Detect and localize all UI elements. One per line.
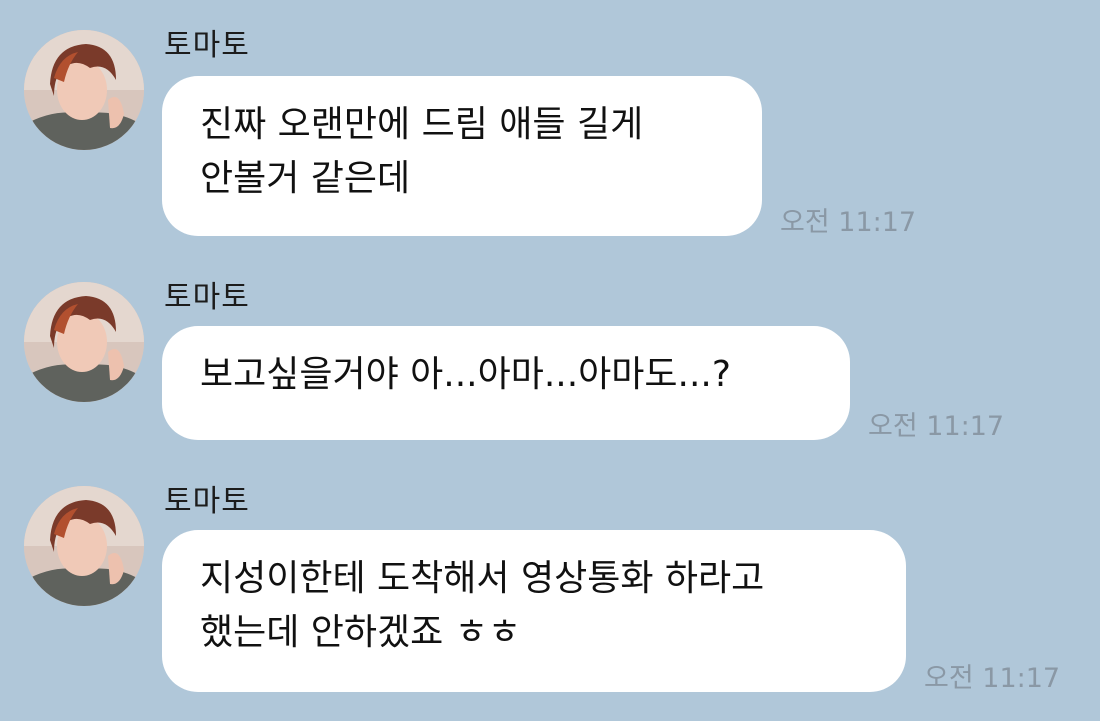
message-timestamp: 오전 11:17 (924, 663, 1061, 694)
sender-name: 토마토 (164, 484, 250, 519)
message-timestamp: 오전 11:17 (780, 207, 917, 238)
profile-photo-icon (24, 282, 144, 402)
message-bubble[interactable]: 진짜 오랜만에 드림 애들 길게 안볼거 같은데 (162, 76, 762, 236)
message-text-line: 진짜 오랜만에 드림 애들 길게 (200, 104, 644, 145)
message-text-line: 보고싶을거야 아...아마...아마도...? (200, 354, 731, 395)
avatar[interactable] (24, 282, 144, 402)
chat-area: 토마토 진짜 오랜만에 드림 애들 길게 안볼거 같은데 오전 11:17 토마… (0, 0, 1100, 721)
profile-photo-icon (24, 30, 144, 150)
message-text-line: 했는데 안하겠죠 ㅎㅎ (200, 612, 521, 653)
message-bubble[interactable]: 보고싶을거야 아...아마...아마도...? (162, 326, 850, 440)
avatar[interactable] (24, 486, 144, 606)
message-text-line: 지성이한테 도착해서 영상통화 하라고 (200, 558, 765, 599)
avatar[interactable] (24, 30, 144, 150)
message-text-line: 안볼거 같은데 (200, 158, 411, 199)
message-bubble[interactable]: 지성이한테 도착해서 영상통화 하라고 했는데 안하겠죠 ㅎㅎ (162, 530, 906, 692)
sender-name: 토마토 (164, 28, 250, 63)
sender-name: 토마토 (164, 280, 250, 315)
profile-photo-icon (24, 486, 144, 606)
message-timestamp: 오전 11:17 (868, 411, 1005, 442)
